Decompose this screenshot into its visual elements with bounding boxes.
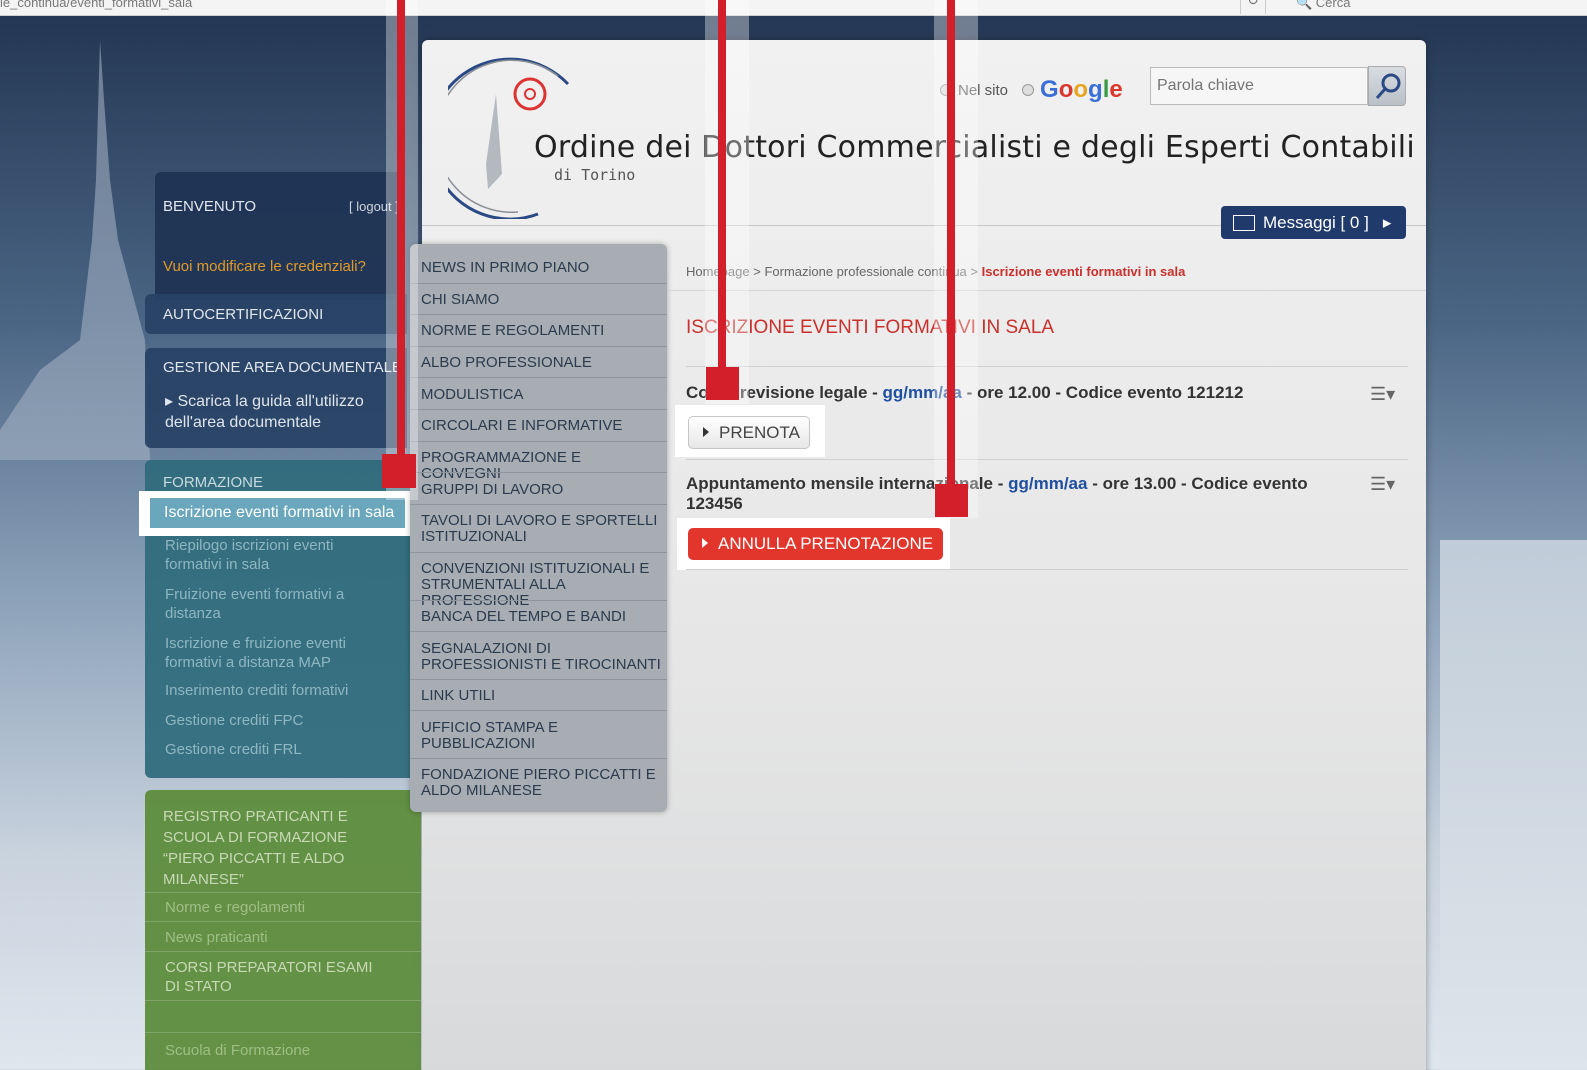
sidebar-item-inserimento-crediti[interactable]: Inserimento crediti formativi (165, 681, 385, 700)
divider (686, 366, 1408, 367)
divider (410, 758, 667, 759)
divider (410, 631, 667, 632)
divider (410, 552, 667, 553)
background-sky (1440, 540, 1587, 1070)
divider (145, 921, 421, 922)
doc-area-title[interactable]: GESTIONE AREA DOCUMENTALE (163, 359, 402, 376)
annotation-marker (706, 367, 739, 400)
annotation-line (718, 0, 726, 372)
event-row: Corso revisione legale - gg/mm/aa - ore … (686, 383, 1244, 402)
sidebar-item-map[interactable]: Iscrizione e fruizione eventi formativi … (165, 634, 365, 672)
event-row: Appuntamento mensile internazionale - gg… (686, 474, 1308, 513)
prenota-button[interactable]: PRENOTA (688, 416, 810, 449)
google-logo: Google (1040, 76, 1123, 103)
sidebar-item-scuola[interactable]: Scuola di Formazione (165, 1041, 310, 1060)
nav-fondazione[interactable]: FONDAZIONE PIERO PICCATTI E ALDO MILANES… (421, 767, 656, 799)
divider (410, 679, 667, 680)
annotation-marker (935, 484, 968, 517)
divider (145, 951, 421, 952)
nav-segnalazioni[interactable]: SEGNALAZIONI DI PROFESSIONISTI E TIROCIN… (421, 641, 666, 673)
annotation-line (397, 0, 405, 460)
annotation-marker (382, 454, 416, 488)
messages-label: Messaggi [ 0 ] (1263, 212, 1369, 232)
browser-search-box[interactable]: 🔍 Cerca (1296, 0, 1350, 11)
nav-albo[interactable]: ALBO PROFESSIONALE (421, 355, 661, 371)
divider (686, 459, 1408, 460)
doc-guide-link[interactable]: ▸ Scarica la guida all'utilizzo dell'are… (165, 391, 390, 433)
envelope-icon (1233, 214, 1255, 231)
address-bar[interactable]: ie_continua/eventi_formativi_sala (0, 0, 192, 10)
divider (410, 409, 667, 410)
messages-button[interactable]: Messaggi [ 0 ] ▸ (1221, 206, 1406, 239)
browser-toolbar: ie_continua/eventi_formativi_sala ↻ 🔍 Ce… (0, 0, 1587, 16)
annotation-halo (705, 0, 749, 404)
search-icon (1375, 73, 1401, 99)
change-credentials-link[interactable]: Vuoi modificare le credenziali? (163, 258, 366, 275)
divider (686, 569, 1408, 570)
mole-antonelliana-silhouette (0, 40, 150, 460)
nav-news[interactable]: NEWS IN PRIMO PIANO (421, 260, 661, 276)
registro-title[interactable]: REGISTRO PRATICANTI E SCUOLA DI FORMAZIO… (163, 806, 393, 890)
chevron-right-icon: ▸ (1382, 212, 1392, 232)
divider (410, 600, 667, 601)
nav-link-utili[interactable]: LINK UTILI (421, 688, 661, 704)
sidebar-item-riepilogo[interactable]: Riepilogo iscrizioni eventi formativi in… (165, 536, 365, 574)
sidebar-item-norme[interactable]: Norme e regolamenti (165, 898, 305, 917)
divider (410, 346, 667, 347)
nav-gruppi[interactable]: GRUPPI DI LAVORO (421, 482, 661, 498)
nav-ufficio-stampa[interactable]: UFFICIO STAMPA E PUBBLICAZIONI (421, 720, 591, 752)
play-icon (703, 426, 709, 437)
nav-modulistica[interactable]: MODULISTICA (421, 387, 661, 403)
list-menu-icon[interactable]: ☰▾ (1370, 474, 1395, 495)
search-button[interactable] (1368, 66, 1406, 106)
refresh-icon[interactable]: ↻ (1240, 0, 1266, 14)
annulla-prenotazione-button[interactable]: ANNULLA PRENOTAZIONE (688, 528, 943, 560)
divider (145, 892, 421, 893)
breadcrumb-current: Iscrizione eventi formativi in sala (981, 264, 1186, 279)
divider (410, 472, 667, 473)
sidebar-item-news-praticanti[interactable]: News praticanti (165, 928, 268, 947)
divider (410, 504, 667, 505)
divider (410, 283, 667, 284)
bullet-icon: ▸ (165, 393, 178, 410)
site-subtitle: di Torino (554, 166, 636, 184)
list-menu-icon[interactable]: ☰▾ (1370, 384, 1395, 405)
sidebar-item-crediti-frl[interactable]: Gestione crediti FRL (165, 740, 302, 759)
radio-google[interactable] (1022, 84, 1035, 96)
event-date: gg/mm/aa (1008, 474, 1088, 493)
nav-banca[interactable]: BANCA DEL TEMPO E BANDI (421, 609, 661, 625)
annotation-line (947, 0, 955, 488)
divider (410, 314, 667, 315)
divider (410, 441, 667, 442)
divider (145, 1000, 421, 1001)
nav-tavoli[interactable]: TAVOLI DI LAVORO E SPORTELLI ISTITUZIONA… (421, 513, 661, 545)
nav-programmazione[interactable]: PROGRAMMAZIONE E CONVEGNI (421, 450, 661, 482)
divider (410, 377, 667, 378)
divider (410, 710, 667, 711)
search-input[interactable] (1150, 67, 1368, 105)
play-icon (702, 537, 708, 548)
welcome-title: BENVENUTO (163, 198, 257, 215)
nav-convenzioni[interactable]: CONVENZIONI ISTITUZIONALI E STRUMENTALI … (421, 561, 666, 609)
formazione-title[interactable]: FORMAZIONE (163, 474, 263, 491)
nav-circolari[interactable]: CIRCOLARI E INFORMATIVE (421, 418, 661, 434)
autocert-link[interactable]: AUTOCERTIFICAZIONI (163, 306, 323, 323)
nav-chi-siamo[interactable]: CHI SIAMO (421, 292, 661, 308)
sidebar-item-crediti-fpc[interactable]: Gestione crediti FPC (165, 711, 303, 730)
divider (145, 1032, 421, 1033)
annotation-halo (934, 0, 978, 518)
sidebar-item-fruizione-distanza[interactable]: Fruizione eventi formativi a distanza (165, 585, 365, 623)
welcome-box (155, 172, 405, 300)
nav-norme[interactable]: NORME E REGOLAMENTI (421, 323, 661, 339)
sidebar-item-corsi[interactable]: CORSI PREPARATORI ESAMI DI STATO (165, 958, 390, 996)
event-details: - ore 12.00 - Codice evento 121212 (961, 383, 1244, 402)
divider (668, 290, 1426, 291)
sidebar-item-iscrizione-sala[interactable]: Iscrizione eventi formativi in sala (150, 498, 405, 528)
